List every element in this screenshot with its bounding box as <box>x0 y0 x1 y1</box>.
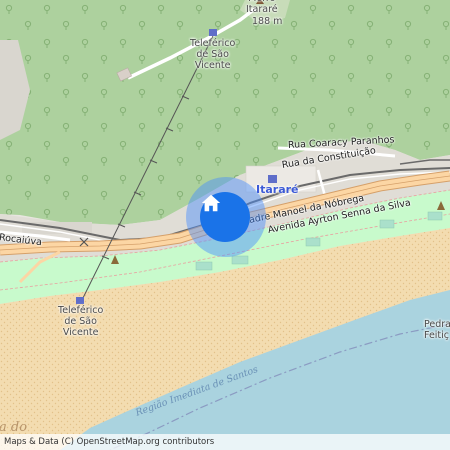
cable-station-bottom-icon[interactable] <box>76 297 84 304</box>
cable-station-top-icon[interactable] <box>209 29 217 36</box>
sport-court <box>231 255 249 265</box>
map-attribution[interactable]: Maps & Data (C) OpenStreetMap.org contri… <box>0 434 450 450</box>
cable-bottom-label: Teleférico de São Vicente <box>58 305 104 338</box>
pedra-feitic-label: Pedra Feitiç <box>424 319 450 341</box>
bus-stop-icon[interactable] <box>268 175 277 183</box>
place-itarare-label: Itararé <box>256 183 299 196</box>
peak-name-label: Morro Itararé <box>246 0 278 15</box>
cable-top-label: Teleférico de São Vicente <box>190 38 236 71</box>
home-icon <box>201 194 221 212</box>
sport-court <box>379 219 395 229</box>
bay-partial-label: a do <box>0 420 28 435</box>
peak-elevation-label: 188 m <box>252 16 283 27</box>
map-view[interactable]: Morro Itararé 188 m Teleférico de São Vi… <box>0 0 450 450</box>
sport-court <box>427 211 443 221</box>
sport-court <box>195 261 213 271</box>
home-marker-button[interactable] <box>200 192 250 242</box>
sport-court <box>305 237 321 247</box>
